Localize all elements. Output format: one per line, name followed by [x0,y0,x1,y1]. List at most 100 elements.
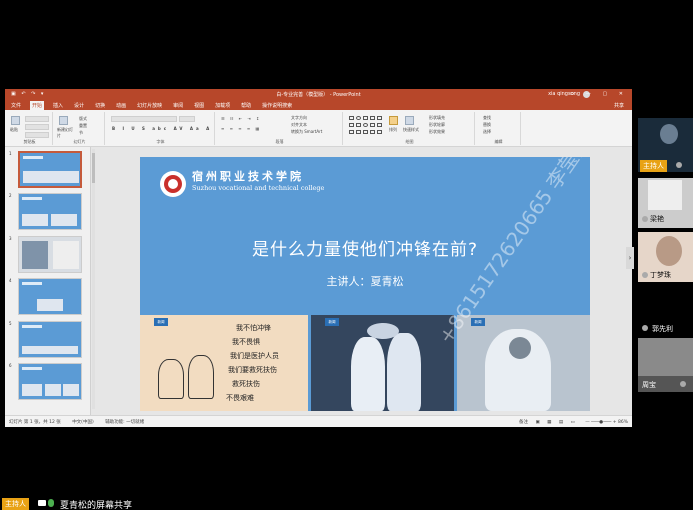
shape-outline-button[interactable]: 形状轮廓 [429,122,445,128]
cut-button[interactable] [25,116,49,122]
slide-thumbnail[interactable] [18,363,82,400]
share-button[interactable]: 共享 [614,102,624,109]
mic-icon[interactable] [48,499,54,507]
slides-caption: 幻灯片 [73,139,86,144]
handwriting-line: 我不畏惧 [232,338,260,346]
photo-handwritten-note: 新闻 我不怕冲锋 我不畏惧 我们是医护人员 我们要救死扶伤 救死扶伤 不畏艰难 [140,315,308,411]
zoom-level[interactable]: 86% [618,420,628,425]
handwriting-line: 我不怕冲锋 [236,324,271,332]
select-button[interactable]: 选择 [483,129,491,135]
camera-icon[interactable] [38,500,46,506]
participant-name: 郭先利 [652,325,673,333]
participant-audio[interactable]: 郭先利 [638,318,693,338]
reset-button[interactable]: 重置 [79,123,87,129]
thumbnail-scrollbar[interactable] [92,149,95,409]
photo-protective-suit: 新闻 [457,315,590,411]
font-format-buttons[interactable]: B I U S abc AV Aa A [112,126,212,131]
presenter-line: 主讲人：夏青松 [326,275,404,288]
camera-icon [676,162,682,168]
text-direction-button[interactable]: 文字方向 [291,115,307,121]
meeting-screen: ▣ ↶ ↷ ▾ 白-专业完善（模型版） - PowerPoint xia qin… [0,0,693,510]
slide-thumbnail[interactable] [18,193,82,230]
tab-help[interactable]: 帮助 [239,101,253,110]
participant-video[interactable]: 周宝 [638,338,693,392]
news-badge: 新闻 [154,318,168,326]
align-buttons[interactable]: ≡ ≡ ≡ ≡ ▦ [221,126,261,131]
tab-home[interactable]: 开始 [30,100,45,110]
participant-video-host[interactable]: 主持人 [638,118,693,172]
format-painter-button[interactable] [25,132,49,138]
participant-name: 周宝 [642,381,656,389]
mic-icon [642,325,648,331]
school-name-en: Suzhou vocational and technical college [192,184,325,192]
thumb-number: 6 [9,363,12,368]
tab-slideshow[interactable]: 幻灯片放映 [135,101,164,110]
slides-group: 新建幻灯片 版式 重置 节 幻灯片 [55,112,105,145]
editing-caption: 编辑 [494,139,503,144]
tab-design[interactable]: 设计 [72,101,86,110]
tell-me-search[interactable]: 操作说明搜索 [260,101,294,110]
chevron-down-icon[interactable] [680,381,686,387]
screen-share-label: 夏青松的屏幕共享 [60,501,133,510]
slide-thumbnail[interactable] [18,236,82,273]
participant-video[interactable]: 丁梦珠 [638,232,693,282]
tab-file[interactable]: 文件 [9,101,23,110]
drawing-caption: 绘图 [405,139,414,144]
arrange-icon[interactable] [389,116,398,125]
new-slide-icon[interactable] [59,116,68,125]
bottom-bar: 主持人 夏青松的屏幕共享 [0,497,693,510]
find-button[interactable]: 查找 [483,115,491,121]
font-group: B I U S abc AV Aa A 字体 [107,112,215,145]
copy-button[interactable] [25,124,49,130]
ribbon: 粘贴 剪贴板 新建幻灯片 版式 重置 节 幻灯片 B I U S abc AV … [5,110,632,147]
section-button[interactable]: 节 [79,130,83,136]
shape-fill-button[interactable]: 形状填充 [429,115,445,121]
view-buttons[interactable]: ▣ ▦ ▤ ▭ [535,420,577,425]
tab-review[interactable]: 审阅 [171,101,185,110]
notes-button[interactable]: 备注 [519,420,528,425]
status-bar: 幻灯片 第 1 张，共 12 张 中文(中国) 辅助功能: 一切就绪 备注 ▣ … [5,415,632,427]
tab-addins[interactable]: 加载项 [213,101,232,110]
paste-icon[interactable] [11,116,20,125]
list-buttons[interactable]: ☰ ☷ ⇤ ⇥ ↕ [221,116,261,121]
collapse-arrow-icon[interactable]: › [626,247,634,269]
smartart-button[interactable]: 转换为 SmartArt [291,129,322,135]
ribbon-tabs: 文件 开始 插入 设计 切换 动画 幻灯片放映 审阅 视图 加载项 帮助 操作说… [5,100,632,110]
handwriting-line: 我们是医护人员 [230,352,279,360]
news-badge: 新闻 [325,318,339,326]
handwriting-line: 不畏艰难 [226,394,254,402]
current-slide[interactable]: 宿州职业技术学院 Suzhou vocational and technical… [140,157,590,411]
thumb-number: 1 [9,151,12,156]
participant-name: 梁艳 [650,215,664,223]
tab-view[interactable]: 视图 [192,101,206,110]
slide-thumbnail[interactable] [18,278,82,315]
tab-transitions[interactable]: 切换 [93,101,107,110]
slide-thumbnails-pane: 1 2 3 4 5 6 [5,147,95,415]
zoom-slider[interactable]: — ───●─── + [585,420,616,425]
slide-thumbnail[interactable] [18,151,82,188]
handwriting-line: 救死扶伤 [232,380,260,388]
thumb-number: 2 [9,193,12,198]
language-indicator[interactable]: 中文(中国) [72,420,94,425]
participant-video[interactable]: 梁艳 [638,178,693,228]
font-name-select[interactable] [111,116,177,122]
replace-button[interactable]: 替换 [483,122,491,128]
accessibility-status[interactable]: 辅助功能: 一切就绪 [105,420,144,425]
quick-styles-button[interactable]: 快速样式 [403,127,419,133]
arrange-button[interactable]: 排列 [389,127,397,133]
paste-label[interactable]: 粘贴 [10,127,18,133]
layout-button[interactable]: 版式 [79,116,87,122]
mic-icon [642,272,648,278]
host-label: 主持人 [640,160,667,172]
window-controls[interactable]: ▭ — ▢ ✕ [570,91,628,97]
shape-effects-button[interactable]: 形状效果 [429,129,445,135]
new-slide-label[interactable]: 新建幻灯片 [57,127,75,139]
slide-thumbnail[interactable] [18,321,82,358]
align-text-button[interactable]: 对齐文本 [291,122,307,128]
tab-animations[interactable]: 动画 [114,101,128,110]
tab-insert[interactable]: 插入 [51,101,65,110]
quick-styles-icon[interactable] [405,116,414,125]
clipboard-caption: 剪贴板 [23,139,36,144]
font-size-select[interactable] [179,116,195,122]
thumb-number: 5 [9,321,12,326]
